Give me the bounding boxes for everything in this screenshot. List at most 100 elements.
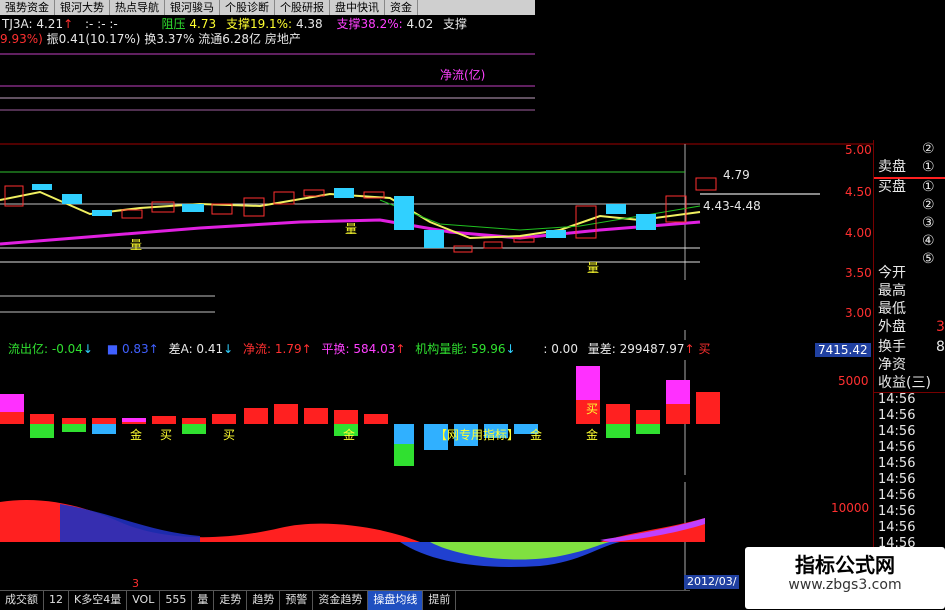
- open-label: 今开: [878, 265, 906, 281]
- top-menu: 强势资金 银河大势 热点导航 银河骏马 个股诊断 个股研报 盘中快讯 资金: [0, 0, 535, 15]
- price-axis-0: 5.00: [845, 143, 872, 157]
- right-panel: ② 卖盘 ① 买盘 ① ② ③ ④ ⑤ 今开 最高 最低 外盘 3 换手 8 净…: [873, 140, 945, 590]
- menu-item-2[interactable]: 热点导航: [110, 0, 165, 15]
- huan-label: 换3.37%: [144, 32, 195, 46]
- liutong-label: 流通6.28亿: [198, 32, 261, 46]
- tab-4[interactable]: 555: [160, 591, 193, 610]
- tab-8[interactable]: 预警: [280, 591, 314, 610]
- netasset-label: 净资: [878, 357, 906, 373]
- sector-label: 房地产: [264, 32, 301, 46]
- liuchu-label: 流出亿: -0.04: [8, 342, 83, 356]
- tick-time-5: 14:56: [878, 472, 916, 487]
- menu-item-0[interactable]: 强势资金: [0, 0, 55, 15]
- last-label: 买: [698, 342, 711, 356]
- dots-label: :- :- :-: [84, 17, 118, 31]
- menu-item-4[interactable]: 个股诊断: [220, 0, 275, 15]
- arrow-up-icon: ↑: [63, 17, 74, 31]
- info-row-1: TJ3A: 4.21↑ :- :- :- 阻压 4.73 支撑19.1%: 4.…: [2, 17, 467, 31]
- a2-label: 差A: 0.41: [168, 342, 224, 356]
- resist-value: 4.73: [189, 17, 217, 31]
- turnover-value: 8: [936, 339, 945, 355]
- jigou-label: 机构量能: 59.96: [415, 342, 506, 356]
- tab-1[interactable]: 12: [44, 591, 69, 610]
- tab-3[interactable]: VOL: [127, 591, 161, 610]
- price-axis-2: 4.00: [845, 226, 872, 240]
- sell-num-2: ②: [922, 141, 935, 157]
- tab-10[interactable]: 操盘均线: [368, 591, 424, 610]
- price-annotation-1: 4.79: [723, 168, 750, 182]
- netflow-label: 净流(亿): [440, 68, 486, 82]
- macd-axis-0: 10000: [831, 501, 870, 515]
- buy-num-4: ④: [922, 233, 935, 249]
- support3-label: 支撑: [443, 17, 468, 31]
- menu-item-3[interactable]: 银河骏马: [165, 0, 220, 15]
- vol-badge: 7415.42: [815, 343, 871, 357]
- area-oscillator: [0, 482, 705, 590]
- tick-time-3: 14:56: [878, 440, 916, 455]
- tick-time-2: 14:56: [878, 424, 916, 439]
- tick-time-4: 14:56: [878, 456, 916, 471]
- candles: [4, 177, 717, 253]
- support2-label: 支撑38.2%:: [336, 17, 403, 31]
- tab-2[interactable]: K多空4量: [69, 591, 128, 610]
- date-badge: 2012/03/: [684, 575, 740, 589]
- jingliu-label: 净流: 1.79: [243, 342, 302, 356]
- low-label: 最低: [878, 301, 906, 317]
- outer-label: 外盘: [878, 319, 906, 335]
- buy-marker-1: 买: [160, 428, 173, 442]
- buy-marker-2: 买: [223, 428, 236, 442]
- high-label: 最高: [878, 283, 906, 299]
- indicator-row: 流出亿: -0.04↓ ■ 0.83↑ 差A: 0.41↓ 净流: 1.79↑ …: [8, 342, 711, 356]
- menu-item-6[interactable]: 盘中快讯: [330, 0, 385, 15]
- liang-marker-2: 量: [345, 222, 358, 236]
- tab-11[interactable]: 提前: [423, 591, 457, 610]
- tick-time-6: 14:56: [878, 488, 916, 503]
- bottom-tabbar: 成交额 12 K多空4量 VOL 555 量 走势 趋势 预警 资金趋势 操盘均…: [0, 590, 690, 610]
- resist-label: 阻压: [161, 17, 186, 31]
- watermark-title: 指标公式网: [795, 553, 895, 577]
- price-axis-3: 3.50: [845, 266, 872, 280]
- watermark-url: www.zbgs3.com: [788, 577, 902, 593]
- sell-num-1: ①: [922, 159, 935, 175]
- menu-item-7[interactable]: 资金: [385, 0, 418, 15]
- menu-item-5[interactable]: 个股研报: [275, 0, 330, 15]
- tab-0[interactable]: 成交额: [0, 591, 44, 610]
- tab-9[interactable]: 资金趋势: [313, 591, 369, 610]
- price-axis-4: 3.00: [845, 306, 872, 320]
- vol-axis-0: 5000: [838, 374, 869, 388]
- tab-7[interactable]: 趋势: [247, 591, 281, 610]
- fund-bars-chart: [0, 360, 720, 475]
- gold-marker-2: 金: [343, 428, 356, 442]
- price-axis-1: 4.50: [845, 185, 872, 199]
- tab-6[interactable]: 走势: [214, 591, 248, 610]
- tick-time-0: 14:56: [878, 392, 916, 407]
- support-label: 支撑19.1%:: [225, 17, 293, 31]
- tick-time-1: 14:56: [878, 408, 916, 423]
- buy-label[interactable]: 买盘: [878, 178, 906, 196]
- menu-item-1[interactable]: 银河大势: [55, 0, 110, 15]
- tab-5[interactable]: 量: [192, 591, 215, 610]
- liangcha-label: 量差: 299487.97: [587, 342, 685, 356]
- turnover-label: 换手: [878, 339, 906, 355]
- sell-label[interactable]: 卖盘: [878, 158, 906, 176]
- gold-marker-3: 金: [530, 428, 543, 442]
- tick-time-8: 14:56: [878, 520, 916, 535]
- info-row-2: 9.93%) 振0.41(10.17%) 换3.37% 流通6.28亿 房地产: [0, 32, 301, 46]
- netflow-panel: [0, 53, 535, 111]
- val-label: : 0.00: [543, 342, 578, 356]
- buy-num-1: ①: [922, 179, 935, 195]
- pinghuan-label: 平换: 584.03: [321, 342, 396, 356]
- liang-marker-1: 量: [130, 238, 143, 252]
- gold-marker-1: 金: [130, 428, 143, 442]
- gold-marker-4: 金: [586, 428, 599, 442]
- outer-value: 3: [936, 319, 945, 335]
- pct-label: 9.93%): [0, 32, 43, 46]
- website-indicator-label: 【网专用指标】: [435, 428, 520, 442]
- buy-marker-3: 买: [586, 402, 599, 416]
- earnings-label: 收益(三): [878, 375, 931, 391]
- support-value: 4.38: [295, 17, 323, 31]
- bottom-num: 3: [132, 577, 139, 590]
- buy-num-5: ⑤: [922, 251, 935, 267]
- support2-value: 4.02: [406, 17, 434, 31]
- buy-num-3: ③: [922, 215, 935, 231]
